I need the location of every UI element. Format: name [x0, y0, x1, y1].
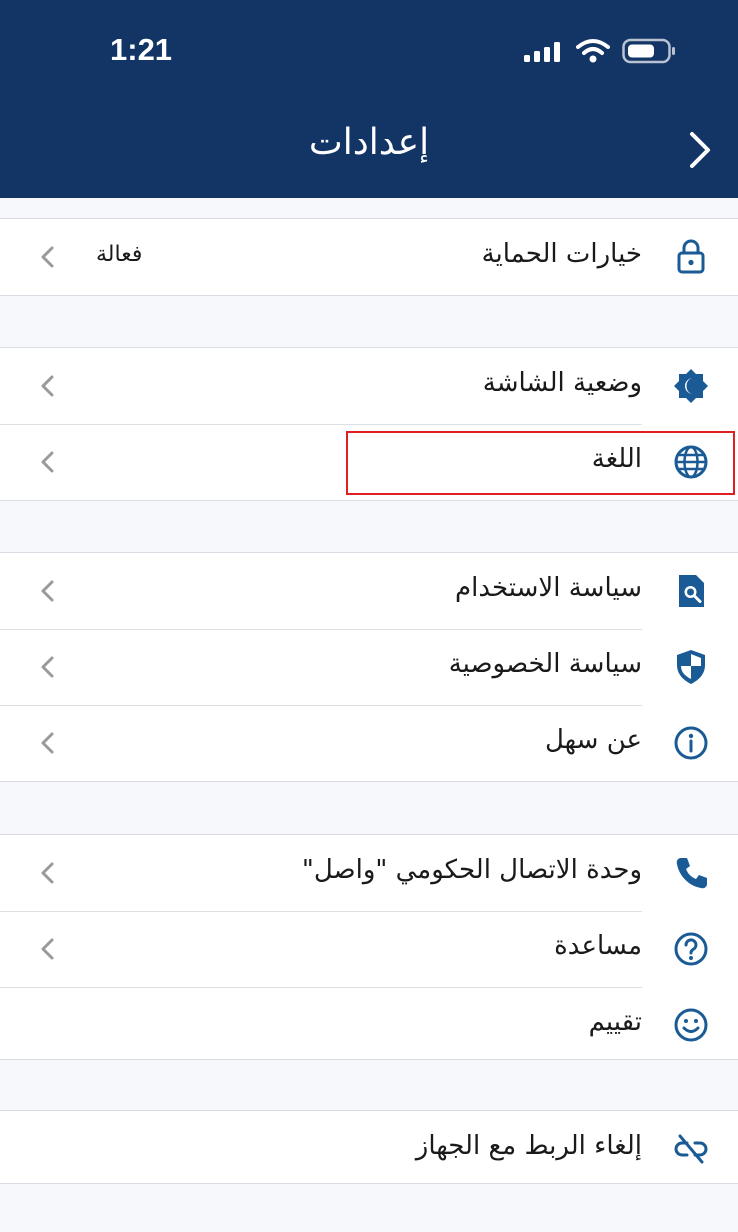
row-label: خيارات الحماية	[481, 239, 642, 269]
status-icons	[524, 36, 676, 66]
chevron-left-icon	[38, 653, 58, 681]
device-section: إلغاء الربط مع الجهاز	[0, 1110, 738, 1184]
row-value: فعالة	[96, 242, 143, 267]
row-label: عن سهل	[544, 725, 642, 755]
lock-icon	[672, 238, 710, 276]
security-section: خيارات الحماية فعالة	[0, 218, 738, 296]
support-section: وحدة الاتصال الحكومي "واصل" مساعدة تقييم	[0, 834, 738, 1060]
highlight-box	[346, 431, 735, 495]
chevron-right-icon	[690, 132, 710, 168]
row-label: سياسة الخصوصية	[448, 649, 642, 679]
app-header: 1:21 إعدادات	[0, 0, 738, 198]
phone-icon	[672, 854, 710, 892]
row-display-mode[interactable]: وضعية الشاشة	[0, 348, 738, 424]
row-help[interactable]: مساعدة	[0, 911, 738, 987]
row-contact-unit[interactable]: وحدة الاتصال الحكومي "واصل"	[0, 835, 738, 911]
shield-icon	[672, 648, 710, 686]
row-about[interactable]: عن سهل	[0, 705, 738, 781]
chevron-left-icon	[38, 372, 58, 400]
chevron-left-icon	[38, 243, 58, 271]
chevron-left-icon	[38, 729, 58, 757]
back-button[interactable]	[686, 128, 714, 172]
document-search-icon	[672, 572, 710, 610]
row-privacy-policy[interactable]: سياسة الخصوصية	[0, 629, 738, 705]
chevron-left-icon	[38, 577, 58, 605]
policies-section: سياسة الاستخدام سياسة الخصوصية عن سهل	[0, 552, 738, 782]
chevron-left-icon	[38, 935, 58, 963]
unlink-icon	[672, 1130, 710, 1168]
chevron-left-icon	[38, 448, 58, 476]
row-unlink-device[interactable]: إلغاء الربط مع الجهاز	[0, 1111, 738, 1183]
row-usage-policy[interactable]: سياسة الاستخدام	[0, 553, 738, 629]
help-icon	[672, 930, 710, 968]
smiley-icon	[672, 1006, 710, 1044]
row-label: سياسة الاستخدام	[455, 573, 642, 603]
row-label: تقييم	[588, 1007, 642, 1037]
brightness-icon	[672, 367, 710, 405]
wifi-icon	[576, 39, 610, 63]
row-rating[interactable]: تقييم	[0, 987, 738, 1059]
row-label: وحدة الاتصال الحكومي "واصل"	[301, 855, 642, 885]
status-time: 1:21	[110, 32, 173, 67]
row-security-options[interactable]: خيارات الحماية فعالة	[0, 219, 738, 295]
row-label: مساعدة	[554, 931, 642, 961]
page-title: إعدادات	[308, 122, 430, 163]
battery-icon	[622, 38, 675, 64]
row-label: وضعية الشاشة	[482, 368, 642, 398]
info-icon	[672, 724, 710, 762]
row-label: إلغاء الربط مع الجهاز	[415, 1131, 642, 1161]
chevron-left-icon	[38, 859, 58, 887]
signal-icon	[524, 42, 560, 62]
